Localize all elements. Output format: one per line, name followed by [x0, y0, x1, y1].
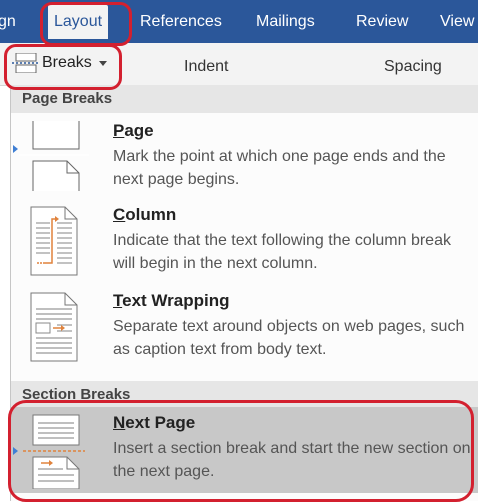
- column-break-icon: [30, 206, 78, 276]
- menu-item-column[interactable]: Column Indicate that the text following …: [11, 199, 478, 283]
- menu-item-page[interactable]: Page Mark the point at which one page en…: [11, 115, 478, 199]
- page-description: Mark the point at which one page ends an…: [113, 148, 446, 188]
- text-wrapping-title: Text Wrapping: [113, 291, 230, 310]
- tab-layout[interactable]: Layout: [48, 5, 109, 39]
- pointer-icon: [13, 447, 18, 455]
- tab-design[interactable]: gn: [0, 12, 16, 32]
- page-break-icon: [19, 121, 89, 191]
- tab-view[interactable]: View: [440, 12, 474, 32]
- breaks-label: Breaks: [42, 54, 92, 71]
- pointer-icon: [13, 145, 18, 153]
- spacing-label: Spacing: [384, 58, 442, 75]
- page-breaks-header: Page Breaks: [11, 85, 478, 113]
- text-wrapping-icon: [30, 292, 78, 362]
- next-page-break-icon: [23, 414, 85, 489]
- tab-mailings[interactable]: Mailings: [256, 12, 315, 32]
- indent-label: Indent: [184, 58, 229, 75]
- menu-item-text-wrapping[interactable]: Text Wrapping Separate text around objec…: [11, 285, 478, 369]
- chevron-down-icon: [99, 61, 107, 66]
- ribbon-command-row: Breaks Indent Spacing: [0, 43, 478, 86]
- next-page-title: Next Page: [113, 413, 196, 432]
- tab-review[interactable]: Review: [356, 12, 408, 32]
- menu-item-next-page[interactable]: Next Page Insert a section break and sta…: [11, 407, 478, 493]
- section-breaks-header: Section Breaks: [11, 381, 478, 409]
- next-page-description: Insert a section break and start the new…: [113, 440, 471, 480]
- breaks-dropdown-menu: Page Breaks Page Mark the point at which…: [10, 85, 478, 501]
- text-wrapping-description: Separate text around objects on web page…: [113, 318, 465, 358]
- breaks-icon: [12, 53, 38, 73]
- tab-references[interactable]: References: [140, 12, 222, 32]
- breaks-button[interactable]: Breaks: [10, 49, 110, 77]
- column-title: Column: [113, 205, 177, 224]
- ribbon-tab-bar: gn Layout References Mailings Review Vie…: [0, 0, 478, 43]
- page-title: Page: [113, 121, 154, 140]
- column-description: Indicate that the text following the col…: [113, 232, 451, 272]
